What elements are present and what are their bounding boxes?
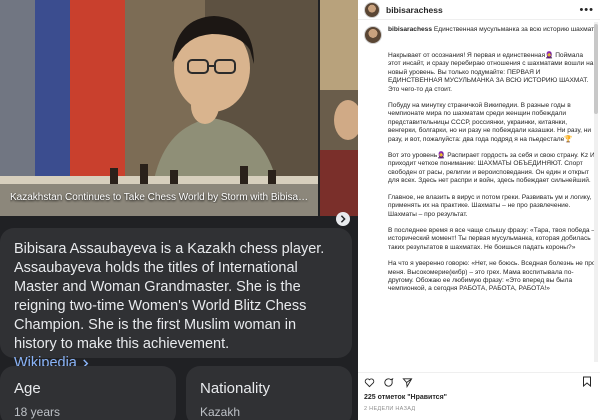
fact-label: Age bbox=[14, 380, 41, 397]
player-photo-illustration bbox=[0, 0, 318, 216]
secondary-photo[interactable] bbox=[320, 0, 358, 216]
player-photo[interactable]: Kazakhstan Continues to Take Chess World… bbox=[0, 0, 318, 216]
description-text: Bibisara Assaubayeva is a Kazakh chess p… bbox=[14, 241, 325, 352]
image-caption[interactable]: Kazakhstan Continues to Take Chess World… bbox=[10, 192, 310, 203]
scrollbar-thumb[interactable] bbox=[594, 24, 598, 114]
avatar[interactable] bbox=[364, 26, 382, 44]
next-image-button[interactable] bbox=[336, 212, 350, 226]
caption-scrollbar[interactable] bbox=[594, 22, 598, 362]
caption-paragraph: В последнее время я все чаще слышу фразу… bbox=[388, 226, 596, 251]
knowledge-panel: Kazakhstan Continues to Take Chess World… bbox=[0, 0, 358, 420]
fact-card-age[interactable]: Age 18 years bbox=[0, 366, 176, 420]
caption-username[interactable]: bibisarachess bbox=[388, 26, 432, 33]
post-header: bibisarachess ••• bbox=[358, 0, 600, 20]
likes-count[interactable]: 225 отметок "Нравится" bbox=[364, 394, 447, 401]
comment-icon[interactable] bbox=[383, 377, 394, 388]
fact-label: Nationality bbox=[200, 380, 271, 397]
username[interactable]: bibisarachess bbox=[386, 5, 443, 15]
bookmark-icon[interactable] bbox=[582, 376, 592, 387]
fact-card-nationality[interactable]: Nationality Kazakh bbox=[186, 366, 352, 420]
post-actions-bar bbox=[358, 372, 600, 392]
fact-value: Kazakh bbox=[200, 405, 241, 419]
chevron-right-icon bbox=[340, 215, 346, 223]
more-options-icon[interactable]: ••• bbox=[579, 4, 594, 16]
caption-paragraph: На что я уверенно говорю: «Нет, не боюсь… bbox=[388, 260, 596, 293]
caption-first-row: bibisarachess Единственная мусульманка з… bbox=[364, 26, 596, 44]
caption-paragraph: Накрывает от осознания! Я первая и единс… bbox=[388, 52, 594, 93]
heart-icon[interactable] bbox=[364, 377, 375, 388]
share-icon[interactable] bbox=[402, 377, 413, 388]
caption-paragraph: Главное, не влазить в вирус и потом грек… bbox=[388, 193, 592, 218]
description-card: Bibisara Assaubayeva is a Kazakh chess p… bbox=[0, 228, 352, 371]
caption-paragraph: Вот это уровень🧕 Распирает гордость за с… bbox=[388, 152, 595, 185]
caption-paragraph: Побуду на минутку страничкой Википедии. … bbox=[388, 102, 592, 143]
secondary-photo-illustration bbox=[320, 0, 358, 216]
caption-intro-block: bibisarachess Единственная мусульманка з… bbox=[388, 26, 594, 34]
instagram-post-panel: bibisarachess ••• bibisarachess Единстве… bbox=[358, 0, 600, 420]
post-caption: bibisarachess Единственная мусульманка з… bbox=[364, 26, 596, 366]
post-timestamp[interactable]: 2 недели назад bbox=[364, 406, 415, 412]
fact-value: 18 years bbox=[14, 405, 61, 419]
avatar[interactable] bbox=[364, 1, 380, 18]
caption-intro: Единственная мусульманка за всю историю … bbox=[433, 26, 595, 33]
